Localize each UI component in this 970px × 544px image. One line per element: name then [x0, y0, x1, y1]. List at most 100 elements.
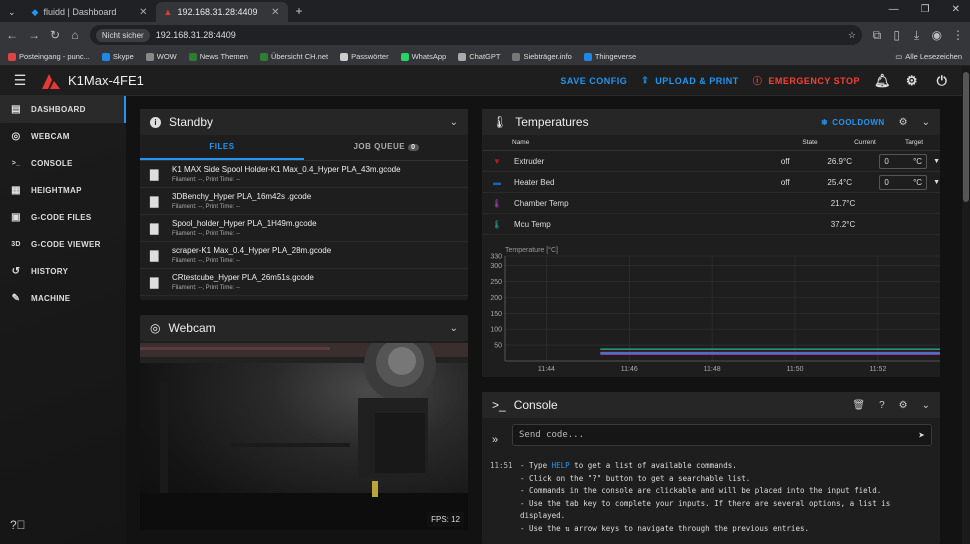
console-line[interactable]: 11:51 - Type HELP to get a list of availa… — [490, 460, 932, 473]
url-field[interactable]: Nicht sicher 192.168.31.28:4409 ☆ — [89, 25, 862, 45]
menu-dots-icon[interactable]: ⋮ — [952, 28, 964, 42]
browser-tab-printer[interactable]: ▲ 192.168.31.28:4409 ✕ — [155, 2, 288, 22]
chart-y-tick-label: 330 — [490, 254, 502, 261]
close-tab-icon[interactable]: ✕ — [271, 7, 279, 18]
collapse-chevron-icon[interactable]: ⌄ — [922, 117, 930, 128]
expand-console-icon[interactable]: » — [492, 434, 498, 446]
tab-search-icon[interactable]: ⌄ — [0, 7, 24, 22]
save-config-button[interactable]: SAVE CONFIG — [560, 76, 627, 86]
power-icon[interactable]: ⏻ — [934, 73, 950, 89]
console-input[interactable]: Send code... ➤ — [512, 424, 932, 446]
file-row[interactable]: ▇ Spool_holder_Hyper PLA_1H49m.gcode Filam… — [140, 215, 468, 242]
file-row[interactable]: ▇ CRtestcube_Hyper PLA_26m51s.gcode Filame… — [140, 269, 468, 296]
bookmark-favicon-icon — [259, 52, 268, 61]
file-row[interactable]: ▇ scraper-K1 Max_0.4_Hyper PLA_28m.gcode F… — [140, 242, 468, 269]
history-icon: ↺ — [11, 266, 21, 277]
browser-tab-fluidd[interactable]: ◆ fluidd | Dashboard ✕ — [24, 2, 156, 22]
close-tab-icon[interactable]: ✕ — [139, 7, 147, 18]
settings-icon[interactable]: ⚙ — [899, 117, 908, 128]
file-row[interactable]: ▇ 3DBenchy_Hyper PLA_16m42s .gcode Filamen… — [140, 188, 468, 215]
console-line[interactable]: - Click on the "?" button to get a searc… — [490, 473, 932, 486]
webcam-stream[interactable]: FPS: 12 — [140, 343, 468, 530]
sidebar-item-g-code-files[interactable]: ▣ G-CODE FILES — [0, 204, 126, 231]
profile-avatar-icon[interactable]: ◉ — [932, 28, 942, 42]
restore-icon[interactable]: ❐ — [921, 4, 930, 15]
trash-icon[interactable]: 🗑︎ — [852, 400, 865, 411]
sidebar-item-heightmap[interactable]: ▦ HEIGHTMAP — [0, 177, 126, 204]
collapse-chevron-icon[interactable]: ⌄ — [450, 117, 458, 128]
bookmark-item[interactable]: Passwörter — [340, 52, 389, 61]
back-icon[interactable]: ← — [6, 28, 18, 42]
menu-icon[interactable]: ☰ — [0, 72, 40, 89]
notifications-bell-icon[interactable]: 🔔︎ — [874, 73, 891, 89]
minimize-icon[interactable]: — — [889, 4, 899, 15]
sidebar-item-machine[interactable]: ✎ MACHINE — [0, 285, 126, 312]
downloads-icon[interactable]: ⤓ — [912, 28, 922, 43]
all-bookmarks[interactable]: ▭ Alle Lesezeichen — [895, 52, 962, 61]
collapse-chevron-icon[interactable]: ⌄ — [922, 400, 930, 411]
chart-y-tick-label: 200 — [490, 295, 502, 302]
temperatures-card: 🌡︎ Temperatures ❄ COOLDOWN ⚙ ⌄ Name State… — [482, 109, 940, 377]
home-icon[interactable]: ⌂ — [70, 28, 80, 42]
console-line[interactable]: - Commands in the console are clickable … — [490, 485, 932, 498]
bookmark-item[interactable]: Posteingang - punc... — [8, 52, 90, 61]
file-meta: Filament: --, Print Time: -- — [172, 177, 241, 183]
help-icon[interactable]: ? — [879, 400, 885, 411]
help-icon[interactable]: ?⃝ — [10, 518, 26, 532]
tab-files[interactable]: FILES — [140, 135, 304, 160]
sidebar-item-history[interactable]: ↺ HISTORY — [0, 258, 126, 285]
bookmark-favicon-icon — [340, 52, 349, 61]
thermometer-icon: 🌡︎ — [492, 115, 508, 129]
new-tab-button[interactable]: + — [288, 4, 311, 22]
tab-job-queue[interactable]: JOB QUEUE 0 — [304, 135, 468, 160]
console-line[interactable]: displayed. — [490, 510, 932, 523]
bookmark-item[interactable]: ChatGPT — [458, 52, 500, 61]
bookmark-item[interactable]: News Themen — [188, 52, 248, 61]
sidebar-item-g-code-viewer[interactable]: 3D G-CODE VIEWER — [0, 231, 126, 258]
file-row[interactable]: ▇ K1 MAX Side Spool Holder-K1 Max_0.4_Hyp… — [140, 161, 468, 188]
machine-icon: ✎ — [11, 293, 21, 304]
preset-dropdown-icon[interactable]: ▼ — [933, 158, 940, 165]
sidepanel-icon[interactable]: ▯ — [892, 28, 902, 42]
page-scrollbar[interactable] — [962, 66, 970, 544]
bookmark-item[interactable]: Thingeverse — [583, 52, 636, 61]
webcam-icon: ◎ — [150, 321, 161, 335]
send-icon[interactable]: ➤ — [918, 429, 925, 442]
console-line[interactable]: - Use the ⇅ arrow keys to navigate throu… — [490, 523, 932, 536]
bookmark-item[interactable]: WhatsApp — [400, 52, 446, 61]
close-window-icon[interactable]: ✕ — [952, 4, 960, 15]
forward-icon[interactable]: → — [28, 28, 40, 42]
file-meta: Filament: --, Print Time: -- — [172, 258, 241, 264]
bookmark-item[interactable]: Skype — [101, 52, 134, 61]
chart-x-tick-label: 11:46 — [621, 366, 638, 373]
chart-x-tick-label: 11:48 — [704, 366, 721, 373]
emergency-stop-button[interactable]: ⓘ EMERGENCY STOP — [753, 74, 860, 87]
bookmark-item[interactable]: Siebträger.info — [512, 52, 572, 61]
upload-print-button[interactable]: ⇪ UPLOAD & PRINT — [641, 75, 739, 86]
security-badge[interactable]: Nicht sicher — [95, 28, 150, 42]
settings-icon[interactable]: ⚙ — [899, 400, 908, 411]
extruder-icon: ▼ — [493, 156, 501, 166]
extensions-icon[interactable]: ⧉ — [872, 28, 882, 43]
collapse-chevron-icon[interactable]: ⌄ — [450, 323, 458, 334]
target-temp-input[interactable]: 0 °C — [879, 153, 928, 169]
heater-state: off — [780, 156, 790, 166]
reload-icon[interactable]: ↻ — [50, 28, 60, 42]
settings-gears-icon[interactable]: ⚙ — [904, 73, 920, 89]
console-timestamp: 11:51 — [490, 461, 513, 470]
cooldown-button[interactable]: ❄ COOLDOWN — [821, 118, 885, 127]
bookmark-star-icon[interactable]: ☆ — [848, 30, 856, 41]
temperature-row: 🌡︎ Mcu Temp 37.2°C — [482, 214, 940, 235]
bookmark-item[interactable]: WOW — [145, 52, 177, 61]
target-temp-input[interactable]: 0 °C — [879, 174, 928, 190]
bookmark-favicon-icon — [512, 52, 521, 61]
sidebar-item-console[interactable]: >_ CONSOLE — [0, 150, 126, 177]
sidebar-item-webcam[interactable]: ◎ WEBCAM — [0, 123, 126, 150]
scrollbar-thumb[interactable] — [963, 72, 969, 202]
sidebar-item-dashboard[interactable]: ▤ DASHBOARD — [0, 96, 126, 123]
alert-icon: ⓘ — [752, 76, 763, 86]
help-command-link[interactable]: HELP — [552, 461, 570, 470]
preset-dropdown-icon[interactable]: ▼ — [933, 179, 940, 186]
bookmark-item[interactable]: Übersicht CH.net — [259, 52, 328, 61]
console-line[interactable]: - Use the tab key to complete your input… — [490, 498, 932, 511]
